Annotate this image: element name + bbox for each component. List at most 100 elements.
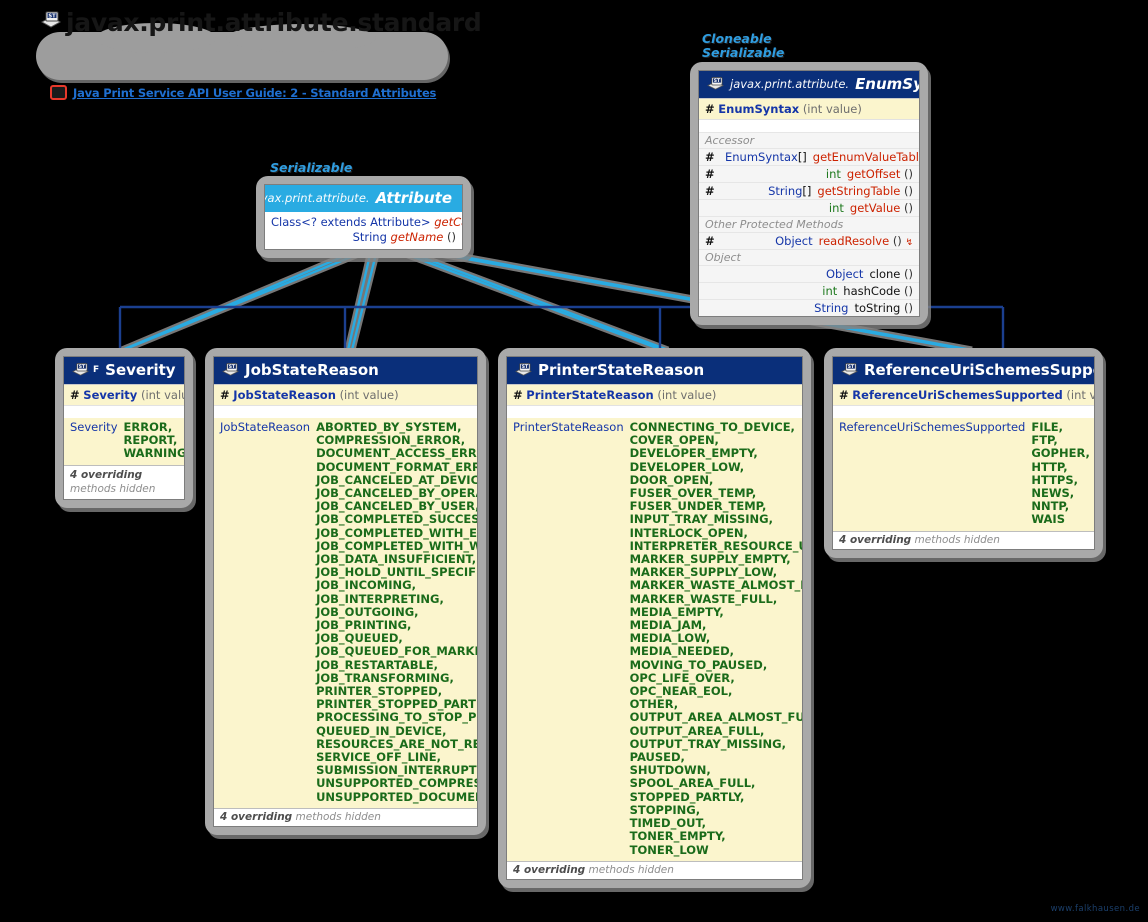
method-row: # int getOffset () <box>699 165 919 182</box>
method-group-label: Accessor <box>699 132 919 148</box>
class-st-icon: ST <box>222 362 239 376</box>
method-return-type: int <box>828 201 844 215</box>
method-group-label: Object <box>699 249 919 265</box>
class-name-referenceurischemessupported: ReferenceUriSchemesSupported <box>864 361 1094 379</box>
method-visibility: # <box>705 234 715 248</box>
svg-text:ST: ST <box>79 363 85 369</box>
field-row-group: PrinterStateReason CONNECTING_TO_DEVICE,… <box>513 420 802 857</box>
method-row: Class<? extends Attribute> getCategory (… <box>271 215 462 230</box>
method-return-type: int <box>825 167 841 181</box>
enum-value: GOPHER, <box>1031 446 1090 461</box>
method-name: hashCode <box>843 284 901 298</box>
enum-value: MARKER_WASTE_ALMOST_FULL, <box>629 578 802 593</box>
class-st-icon: ST <box>707 76 724 90</box>
class-st-icon: ST <box>841 362 858 376</box>
empty-section-printerstatereason <box>507 405 802 418</box>
svg-text:ST: ST <box>848 363 854 369</box>
class-name-printerstatereason: PrinterStateReason <box>538 361 705 379</box>
class-body-severity: ST F Severity # Severity (int value) Sev… <box>63 356 185 500</box>
class-box-jobstatereason[interactable]: ST JobStateReason # JobStateReason (int … <box>205 348 486 835</box>
doc-link-label[interactable]: Java Print Service API User Guide: 2 - S… <box>73 86 436 100</box>
method-row: Object clone () <box>699 265 919 282</box>
constructor-params: (int value) <box>1066 388 1094 402</box>
method-return-type: Object <box>825 267 864 281</box>
method-params: () <box>904 201 913 215</box>
field-section-jobstatereason: JobStateReason ABORTED_BY_SYSTEM, COMPRES… <box>214 418 477 808</box>
interface-name-attribute: Attribute <box>375 189 452 207</box>
field-value-list-printerstatereason: CONNECTING_TO_DEVICE, COVER_OPEN, DEVELOPE… <box>629 420 802 857</box>
class-box-printerstatereason[interactable]: ST PrinterStateReason # PrinterStateReas… <box>498 348 811 888</box>
enum-value: TONER_LOW <box>629 842 709 857</box>
interface-header-attribute: javax.print.attribute. Attribute <box>265 185 462 212</box>
class-box-severity[interactable]: ST F Severity # Severity (int value) Sev… <box>55 348 193 508</box>
stereotype-serializable-attribute: Serializable <box>270 160 353 175</box>
enum-value: OUTPUT_AREA_FULL, <box>629 723 765 738</box>
field-type-referenceurischemessupported: ReferenceUriSchemesSupported <box>839 420 1026 434</box>
field-value-list-referenceurischemessupported: FILE, FTP, GOPHER, HTTP, HTTPS, NEWS, NNTP, WAI… <box>1031 420 1090 527</box>
method-name: readResolve <box>818 234 890 248</box>
field-type-jobstatereason: JobStateReason <box>220 420 311 434</box>
hidden-methods-text: methods hidden <box>588 863 674 876</box>
package-st-icon: ST <box>40 11 62 28</box>
field-type-printerstatereason: PrinterStateReason <box>513 420 624 434</box>
hidden-methods-count: 4 overriding <box>839 533 912 546</box>
class-box-enumsyntax[interactable]: ST javax.print.attribute. EnumSyntax # En… <box>690 62 928 325</box>
visibility-marker: # <box>70 388 80 402</box>
svg-text:ST: ST <box>522 363 528 369</box>
enum-value: JOB_INTERPRETING, <box>316 591 444 606</box>
class-box-referenceurischemessupported[interactable]: ST ReferenceUriSchemesSupported # Refere… <box>824 348 1103 558</box>
interface-method-list-attribute: Class<? extends Attribute> getCategory (… <box>265 212 462 249</box>
enum-value: JOB_INCOMING, <box>316 578 416 593</box>
empty-section-jobstatereason <box>214 405 477 418</box>
constructor-name: PrinterStateReason <box>526 388 654 402</box>
class-body-referenceurischemessupported: ST ReferenceUriSchemesSupported # Refere… <box>832 356 1095 550</box>
doc-link-icon <box>50 85 67 100</box>
page-title: javax.print.attribute.standard <box>66 8 482 37</box>
class-body-jobstatereason: ST JobStateReason # JobStateReason (int … <box>213 356 478 827</box>
empty-section-severity <box>64 405 184 418</box>
constructor-params: (int value) <box>657 388 717 402</box>
hidden-methods-count: 4 overriding <box>513 863 586 876</box>
method-name: getCategory <box>434 215 462 229</box>
method-params: () <box>904 284 913 298</box>
method-visibility: # <box>705 184 715 198</box>
hidden-methods-footer-jobstatereason: 4 overriding methods hidden <box>214 807 477 826</box>
constructor-name: ReferenceUriSchemesSupported <box>852 388 1063 402</box>
enum-value: PROCESSING_TO_STOP_POINT, <box>316 710 477 725</box>
class-body-printerstatereason: ST PrinterStateReason # PrinterStateReas… <box>506 356 803 880</box>
visibility-marker: # <box>220 388 230 402</box>
constructor-row-enumsyntax: # EnumSyntax (int value) <box>699 98 919 119</box>
field-section-printerstatereason: PrinterStateReason CONNECTING_TO_DEVICE,… <box>507 418 802 861</box>
constructor-row-jobstatereason: # JobStateReason (int value) <box>214 384 477 405</box>
enum-value: DEVELOPER_EMPTY, <box>629 446 758 461</box>
method-group-label: Other Protected Methods <box>699 216 919 232</box>
doc-link[interactable]: Java Print Service API User Guide: 2 - S… <box>50 85 436 100</box>
class-package-prefix-enumsyntax: javax.print.attribute. <box>730 77 850 91</box>
method-params: () <box>904 184 913 198</box>
stereotype-serializable-enumsyntax: Serializable <box>702 45 785 60</box>
interface-body-attribute: javax.print.attribute. Attribute Class<? … <box>264 184 463 250</box>
method-return-type: Class<? extends Attribute> <box>271 215 431 229</box>
field-row-group: Severity ERROR, REPORT, WARNING <box>70 420 184 461</box>
hidden-methods-footer-severity: 4 overriding methods hidden <box>64 464 184 499</box>
interface-box-attribute[interactable]: javax.print.attribute. Attribute Class<? … <box>256 176 471 258</box>
enum-value: WAIS <box>1031 512 1065 527</box>
method-name: clone <box>869 267 901 281</box>
method-name: getValue <box>849 201 901 215</box>
hidden-methods-text: methods hidden <box>70 482 156 495</box>
constructor-name: EnumSyntax <box>718 102 800 116</box>
enum-value: HTTP, <box>1031 459 1068 474</box>
class-name-jobstatereason: JobStateReason <box>245 361 379 379</box>
method-row: int hashCode () <box>699 282 919 299</box>
svg-text:ST: ST <box>48 13 56 19</box>
enum-value: JOB_COMPLETED_SUCCESSFULLY, <box>316 512 478 527</box>
enum-value: DEVELOPER_LOW, <box>629 459 745 474</box>
hidden-methods-footer-referenceurischemessupported: 4 overriding methods hidden <box>833 530 1094 549</box>
svg-text:ST: ST <box>714 77 720 83</box>
method-row: # EnumSyntax[] getEnumValueTable () <box>699 148 919 165</box>
constructor-row-referenceurischemessupported: # ReferenceUriSchemesSupported (int valu… <box>833 384 1094 405</box>
enum-value: UNSUPPORTED_DOCUMENT_FORMAT <box>316 789 477 804</box>
field-section-referenceurischemessupported: ReferenceUriSchemesSupported FILE, FTP, GO… <box>833 418 1094 531</box>
class-st-icon: ST <box>72 362 89 376</box>
method-return-dim: [] <box>797 150 807 164</box>
